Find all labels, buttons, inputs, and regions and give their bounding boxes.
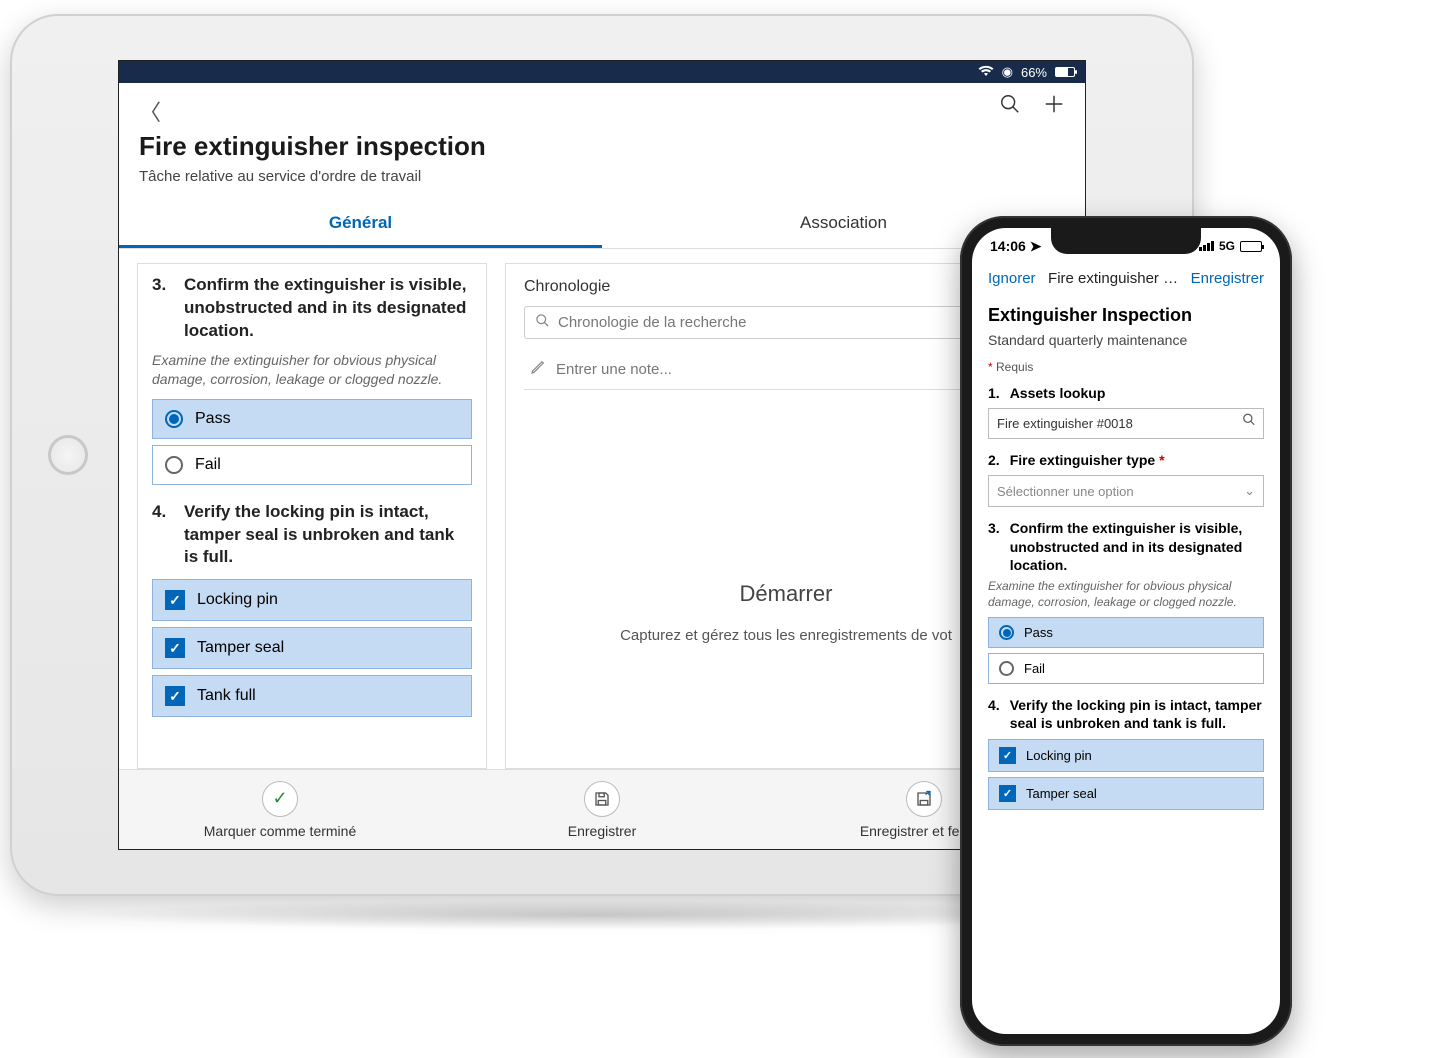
battery-percent-label: 66% — [1021, 65, 1047, 80]
option-label: Locking pin — [197, 591, 278, 609]
tablet-home-button[interactable] — [48, 435, 88, 475]
question-text: Confirm the extinguisher is visible, uno… — [184, 274, 472, 343]
question-number: 4. — [152, 501, 170, 570]
tablet-screen: ◉ 66% 〈 Fire extinguisher inspection Tâc… — [118, 60, 1086, 850]
option-fail[interactable]: Fail — [988, 653, 1264, 684]
note-placeholder: Entrer une note... — [556, 361, 672, 378]
question-number: 3. — [152, 274, 170, 343]
action-bar: ✓ Marquer comme terminé Enregistrer Enre… — [119, 769, 1085, 849]
question-text: Assets lookup — [1010, 384, 1106, 402]
back-button[interactable]: 〈 — [139, 100, 161, 125]
option-label: Tank full — [197, 687, 256, 705]
search-icon — [535, 313, 550, 332]
tabs: Général Association — [119, 201, 1085, 249]
phone-question-1: 1. Assets lookup — [988, 384, 1264, 439]
start-desc: Capturez et gérez tous les enregistremen… — [620, 627, 952, 644]
question-text: Verify the locking pin is intact, tamper… — [184, 501, 472, 570]
option-locking-pin[interactable]: ✓ Locking pin — [152, 579, 472, 621]
start-title: Démarrer — [740, 581, 833, 607]
option-label: Locking pin — [1026, 748, 1092, 763]
phone-screen: 14:06 ➤ 5G Ignorer Fire extinguisher … E… — [972, 228, 1280, 1034]
checkbox-icon: ✓ — [999, 747, 1016, 764]
question-4: 4. Verify the locking pin is intact, tam… — [152, 501, 472, 718]
location-arrow-icon: ➤ — [1030, 238, 1042, 254]
battery-icon — [1240, 241, 1262, 252]
radio-icon — [165, 410, 183, 428]
option-label: Tamper seal — [1026, 786, 1097, 801]
phone-topbar: Ignorer Fire extinguisher … Enregistrer — [972, 264, 1280, 293]
option-tamper-seal[interactable]: ✓ Tamper seal — [152, 627, 472, 669]
option-label: Tamper seal — [197, 639, 284, 657]
save-close-icon — [906, 781, 942, 817]
radio-icon — [999, 661, 1014, 676]
required-hint: * Requis — [988, 360, 1264, 374]
wifi-icon — [978, 65, 994, 80]
required-label: Requis — [996, 360, 1033, 374]
question-text: Verify the locking pin is intact, tamper… — [1010, 696, 1264, 732]
search-icon[interactable] — [999, 93, 1021, 121]
asset-lookup-input[interactable] — [988, 408, 1264, 439]
phone-question-4: 4. Verify the locking pin is intact, tam… — [988, 696, 1264, 809]
question-3: 3. Confirm the extinguisher is visible, … — [152, 274, 472, 485]
extinguisher-type-select[interactable]: Sélectionner une option ⌄ — [988, 475, 1264, 507]
phone-body: Extinguisher Inspection Standard quarter… — [972, 293, 1280, 1034]
clock-label: 14:06 — [990, 238, 1026, 254]
option-pass[interactable]: Pass — [152, 399, 472, 439]
action-label: Enregistrer — [568, 823, 636, 839]
question-description: Examine the extinguisher for obvious phy… — [152, 351, 472, 389]
question-number: 4. — [988, 696, 1000, 732]
status-bar: ◉ 66% — [119, 61, 1085, 83]
question-description: Examine the extinguisher for obvious phy… — [988, 579, 1264, 610]
checkbox-icon: ✓ — [165, 686, 185, 706]
add-icon[interactable] — [1043, 93, 1065, 121]
questions-panel: 3. Confirm the extinguisher is visible, … — [137, 263, 487, 769]
save-button[interactable]: Enregistrer — [441, 770, 763, 849]
signal-icon — [1199, 241, 1214, 251]
check-icon: ✓ — [262, 781, 298, 817]
question-text: Fire extinguisher type * — [1010, 451, 1165, 469]
topbar-title: Fire extinguisher … — [1048, 270, 1178, 287]
option-label: Fail — [195, 456, 221, 474]
checkbox-icon: ✓ — [165, 638, 185, 658]
search-placeholder: Chronologie de la recherche — [558, 314, 746, 331]
save-icon — [584, 781, 620, 817]
tab-general[interactable]: Général — [119, 201, 602, 248]
chevron-down-icon: ⌄ — [1244, 483, 1255, 499]
option-pass[interactable]: Pass — [988, 617, 1264, 648]
option-label: Pass — [195, 410, 231, 428]
question-number: 1. — [988, 384, 1000, 402]
save-button[interactable]: Enregistrer — [1191, 270, 1264, 287]
action-label: Marquer comme terminé — [204, 823, 357, 839]
ignore-button[interactable]: Ignorer — [988, 270, 1036, 287]
checkbox-icon: ✓ — [999, 785, 1016, 802]
mark-complete-button[interactable]: ✓ Marquer comme terminé — [119, 770, 441, 849]
location-icon: ◉ — [1002, 64, 1013, 80]
page-subtitle: Tâche relative au service d'ordre de tra… — [139, 168, 1065, 185]
page-title: Fire extinguisher inspection — [139, 131, 1065, 162]
phone-device: 14:06 ➤ 5G Ignorer Fire extinguisher … E… — [960, 216, 1292, 1046]
radio-icon — [165, 456, 183, 474]
question-text: Confirm the extinguisher is visible, uno… — [1010, 519, 1264, 574]
option-locking-pin[interactable]: ✓ Locking pin — [988, 739, 1264, 772]
checkbox-icon: ✓ — [165, 590, 185, 610]
option-fail[interactable]: Fail — [152, 445, 472, 485]
option-tamper-seal[interactable]: ✓ Tamper seal — [988, 777, 1264, 810]
form-subtitle: Standard quarterly maintenance — [988, 332, 1264, 348]
phone-question-3: 3. Confirm the extinguisher is visible, … — [988, 519, 1264, 684]
phone-notch — [1051, 228, 1201, 254]
search-icon[interactable] — [1242, 412, 1256, 429]
question-number: 2. — [988, 451, 1000, 469]
battery-icon — [1055, 67, 1075, 77]
option-label: Pass — [1024, 625, 1053, 640]
question-number: 3. — [988, 519, 1000, 574]
form-title: Extinguisher Inspection — [988, 305, 1264, 326]
network-label: 5G — [1219, 239, 1235, 253]
option-label: Fail — [1024, 661, 1045, 676]
phone-question-2: 2. Fire extinguisher type * Sélectionner… — [988, 451, 1264, 507]
app-header: 〈 Fire extinguisher inspection Tâche rel… — [119, 83, 1085, 191]
radio-icon — [999, 625, 1014, 640]
pencil-icon — [530, 359, 546, 379]
select-placeholder: Sélectionner une option — [997, 484, 1134, 499]
option-tank-full[interactable]: ✓ Tank full — [152, 675, 472, 717]
